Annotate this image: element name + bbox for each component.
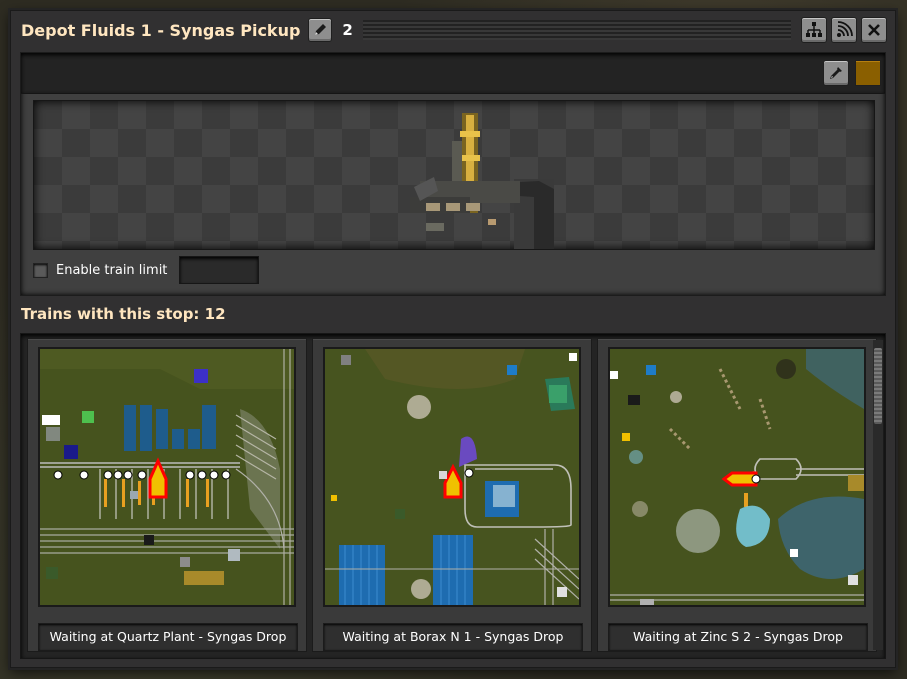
- train-count: 2: [342, 21, 353, 39]
- trains-heading: Trains with this stop: 12: [21, 305, 226, 323]
- close-icon: [868, 24, 880, 36]
- train-minimap[interactable]: [608, 347, 866, 607]
- train-minimap[interactable]: [38, 347, 296, 607]
- scrollbar-thumb[interactable]: [874, 348, 882, 424]
- eyedropper-icon: [830, 67, 842, 79]
- train-status: Waiting at Borax N 1 - Syngas Drop: [323, 623, 583, 651]
- train-card[interactable]: Waiting at Quartz Plant - Syngas Drop: [27, 338, 307, 652]
- station-color-swatch[interactable]: [855, 60, 881, 86]
- train-stop-entity-image: [410, 113, 554, 249]
- color-picker-button[interactable]: [823, 60, 849, 86]
- network-button[interactable]: [801, 17, 827, 43]
- train-status: Waiting at Quartz Plant - Syngas Drop: [38, 623, 298, 651]
- enable-train-limit-checkbox[interactable]: [33, 262, 48, 278]
- enable-train-limit-label: Enable train limit: [56, 262, 168, 278]
- train-stop-window: Depot Fluids 1 - Syngas Pickup 2 Enable …: [10, 10, 896, 668]
- station-title: Depot Fluids 1 - Syngas Pickup: [21, 20, 301, 40]
- station-panel: Enable train limit: [20, 52, 886, 296]
- trains-scrollbar[interactable]: [873, 340, 883, 650]
- train-status: Waiting at Zinc S 2 - Syngas Drop: [608, 623, 868, 651]
- pencil-icon: [315, 24, 327, 35]
- train-limit-row: Enable train limit: [33, 256, 260, 284]
- train-limit-input[interactable]: [179, 256, 260, 284]
- train-minimap[interactable]: [323, 347, 581, 607]
- signal-button[interactable]: [831, 17, 857, 43]
- trains-list: Waiting at Quartz Plant - Syngas Drop Wa…: [20, 333, 886, 659]
- close-button[interactable]: [861, 17, 887, 43]
- titlebar: Depot Fluids 1 - Syngas Pickup 2: [11, 11, 895, 49]
- signal-icon: [837, 21, 853, 37]
- train-card[interactable]: Waiting at Borax N 1 - Syngas Drop: [312, 338, 592, 652]
- network-icon: [806, 22, 822, 37]
- station-preview: [33, 100, 875, 250]
- station-toolbar: [21, 53, 885, 94]
- train-card[interactable]: Waiting at Zinc S 2 - Syngas Drop: [597, 338, 877, 652]
- rename-button[interactable]: [308, 18, 333, 42]
- drag-handle[interactable]: [362, 20, 791, 40]
